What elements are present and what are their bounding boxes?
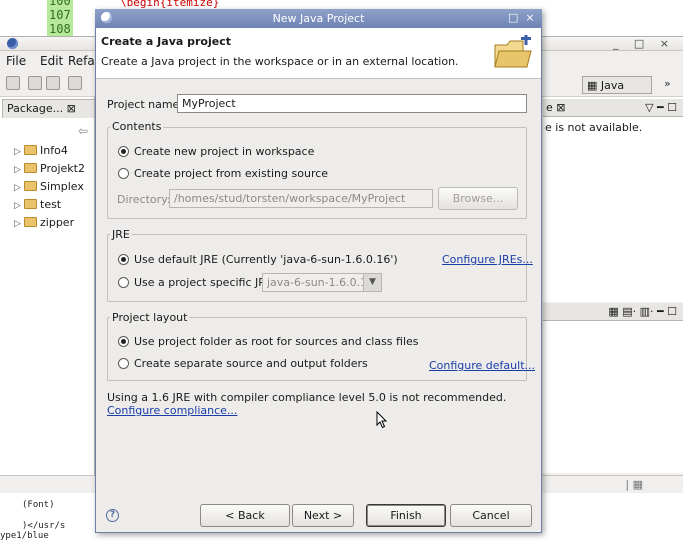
line-number: 100 — [49, 0, 71, 8]
configure-default-link[interactable]: Configure default... — [429, 359, 535, 372]
line-number: 108 — [49, 22, 71, 36]
dialog-app-icon — [101, 12, 112, 23]
outline-message: e is not available. — [545, 121, 643, 134]
lower-right-toolbar: ▦ ▤· ▥· ━ ☐ — [543, 303, 683, 321]
radio-specific-jre-label[interactable]: Use a project specific JRE: — [134, 276, 277, 289]
compliance-warning: Using a 1.6 JRE with compiler compliance… — [107, 391, 527, 417]
tree-item-test[interactable]: ▷ test — [14, 198, 61, 211]
browse-button[interactable]: Browse... — [438, 187, 518, 210]
configure-compliance-link[interactable]: Configure compliance... — [107, 404, 237, 417]
print-icon[interactable] — [46, 76, 60, 90]
expand-icon[interactable]: ▷ — [14, 219, 24, 229]
perspective-label: Java — [600, 79, 625, 92]
outline-tab[interactable]: e ⊠ ▽ ━ ☐ — [543, 99, 683, 117]
chevron-down-icon[interactable]: ▼ — [363, 274, 381, 291]
radio-existing-source[interactable] — [118, 168, 129, 179]
tree-item-zipper[interactable]: ▷ zipper — [14, 216, 74, 229]
jre-select-value: java-6-sun-1.6.0.16 — [267, 276, 375, 289]
bottom-text-line: )</usr/s — [22, 521, 66, 531]
cancel-button[interactable]: Cancel — [450, 504, 532, 527]
eclipse-icon — [7, 38, 18, 49]
project-icon — [24, 145, 37, 155]
perspective-java[interactable]: ▦ Java — [582, 76, 652, 94]
radio-separate-folders-label[interactable]: Create separate source and output folder… — [134, 357, 368, 370]
radio-existing-source-label[interactable]: Create project from existing source — [134, 167, 328, 180]
back-button[interactable]: < Back — [200, 504, 290, 527]
radio-default-jre-label[interactable]: Use default JRE (Currently 'java-6-sun-1… — [134, 253, 398, 266]
line-numbers: 100 107 108 — [47, 0, 73, 36]
project-icon — [24, 181, 37, 191]
finish-button[interactable]: Finish — [366, 504, 446, 527]
more-perspectives-icon[interactable]: » — [664, 77, 671, 90]
new-icon[interactable] — [6, 76, 20, 90]
radio-specific-jre[interactable] — [118, 277, 129, 288]
expand-icon[interactable]: ▷ — [14, 201, 24, 211]
project-icon — [24, 217, 37, 227]
project-icon — [24, 199, 37, 209]
tree-label: Info4 — [40, 144, 68, 157]
window-controls[interactable]: _ □ × — [613, 37, 675, 50]
help-icon[interactable]: ? — [106, 509, 119, 522]
jre-select[interactable]: java-6-sun-1.6.0.16 ▼ — [262, 273, 382, 292]
save-icon[interactable] — [28, 76, 42, 90]
radio-project-root-label[interactable]: Use project folder as root for sources a… — [134, 335, 419, 348]
radio-new-workspace-label[interactable]: Create new project in workspace — [134, 145, 314, 158]
menu-edit[interactable]: Edit — [40, 54, 63, 68]
dialog-title-bar[interactable]: New Java Project — [95, 9, 542, 28]
collapse-icon[interactable]: ⇦ — [78, 124, 88, 138]
package-explorer-tab[interactable]: Package... ⊠ — [2, 99, 95, 118]
code-snippet: \begin{itemize} — [120, 0, 220, 9]
dialog-title: New Java Project — [272, 12, 365, 25]
radio-separate-folders[interactable] — [118, 358, 129, 369]
tree-item-info4[interactable]: ▷ Info4 — [14, 144, 68, 157]
project-name-input[interactable]: MyProject — [177, 94, 527, 113]
expand-icon[interactable]: ▷ — [14, 183, 24, 193]
package-tab-label: Package... — [7, 102, 64, 115]
contents-group-title: Contents — [110, 120, 164, 133]
dialog-window-controls[interactable]: □× — [508, 11, 542, 24]
warning-message: Using a 1.6 JRE with compiler compliance… — [107, 391, 507, 404]
banner-title: Create a Java project — [101, 35, 231, 48]
expand-icon[interactable]: ▷ — [14, 147, 24, 157]
tree-label: Projekt2 — [40, 162, 85, 175]
project-layout-group-title: Project layout — [110, 311, 190, 324]
lower-right-pane — [543, 303, 683, 473]
mouse-cursor-icon — [376, 411, 388, 429]
jre-group-title: JRE — [110, 228, 132, 241]
new-project-folder-icon — [494, 35, 532, 68]
line-number: 107 — [49, 8, 71, 22]
tree-label: Simplex — [40, 180, 84, 193]
build-icon[interactable] — [68, 76, 82, 90]
directory-input[interactable]: /homes/stud/torsten/workspace/MyProject — [169, 189, 433, 208]
tree-label: test — [40, 198, 62, 211]
radio-default-jre[interactable] — [118, 254, 129, 265]
project-name-label: Project name: — [107, 98, 184, 111]
tree-label: zipper — [40, 216, 75, 229]
next-button[interactable]: Next > — [292, 504, 354, 527]
configure-jres-link[interactable]: Configure JREs... — [442, 253, 533, 266]
radio-new-workspace[interactable] — [118, 146, 129, 157]
tree-item-projekt2[interactable]: ▷ Projekt2 — [14, 162, 85, 175]
project-icon — [24, 163, 37, 173]
banner-description: Create a Java project in the workspace o… — [101, 55, 459, 68]
menu-file[interactable]: File — [6, 54, 26, 68]
bottom-text-line: (Font) — [22, 500, 55, 510]
bottom-text-line: ype1/blue — [0, 531, 49, 541]
tree-item-simplex[interactable]: ▷ Simplex — [14, 180, 84, 193]
expand-icon[interactable]: ▷ — [14, 165, 24, 175]
directory-label: Directory: — [117, 193, 171, 206]
radio-project-root[interactable] — [118, 336, 129, 347]
